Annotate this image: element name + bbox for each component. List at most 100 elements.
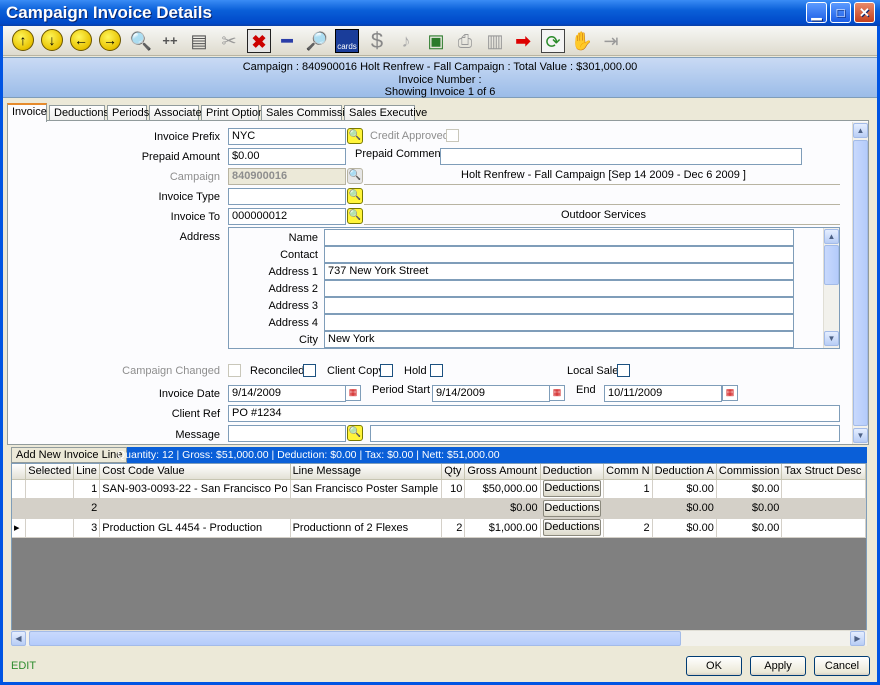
apply-button[interactable]: Apply <box>750 656 806 676</box>
col-qty[interactable]: Qty <box>441 464 466 480</box>
col-gross-amount[interactable]: Gross Amount <box>464 464 541 480</box>
col-tax-struct[interactable]: Tax Struct Desc <box>781 464 866 480</box>
down-arrow-icon[interactable]: ↓ <box>41 29 63 51</box>
prepaid-amount-field[interactable]: $0.00 <box>228 148 346 165</box>
cell-cost-code[interactable]: SAN-903-0093-22 - San Francisco Po <box>99 479 291 499</box>
cell-deduction-a[interactable]: $0.00 <box>652 479 717 499</box>
ok-button[interactable]: OK <box>686 656 742 676</box>
cell-deduction-a[interactable]: $0.00 <box>652 518 717 538</box>
minus-icon[interactable]: ━ <box>275 29 299 53</box>
maximize-button[interactable]: □ <box>830 2 851 23</box>
row-indicator[interactable] <box>12 498 27 519</box>
cell-comm-n[interactable] <box>603 498 653 519</box>
list-icon[interactable]: ▤ <box>187 29 211 53</box>
cell-commission[interactable]: $0.00 <box>716 479 783 499</box>
end-date-field[interactable]: 10/11/2009 <box>604 385 722 402</box>
cancel-button[interactable]: Cancel <box>814 656 870 676</box>
invoice-prefix-field[interactable]: NYC <box>228 128 346 145</box>
cell-gross[interactable]: $1,000.00 <box>464 518 541 538</box>
client-ref-field[interactable]: PO #1234 <box>228 405 840 422</box>
panel-scroll-down-icon[interactable]: ▼ <box>853 428 868 443</box>
client-copy-checkbox[interactable] <box>380 364 393 377</box>
end-calendar-icon[interactable]: ▦ <box>722 385 738 401</box>
col-commission[interactable]: Commission <box>716 464 783 480</box>
cell-line-message[interactable]: San Francisco Poster Sample <box>290 479 443 499</box>
scroll-up-icon[interactable]: ▲ <box>824 229 839 244</box>
table-row[interactable]: ▸ 3 Production GL 4454 - Production Prod… <box>12 518 866 538</box>
message-field[interactable] <box>370 425 840 442</box>
invoice-type-lookup-icon[interactable]: 🔍 <box>347 188 363 204</box>
tools-icon[interactable]: ✂ <box>217 29 241 53</box>
tab-invoice[interactable]: Invoice <box>7 103 47 122</box>
add-lines-icon[interactable]: ++ <box>158 29 182 53</box>
invoice-date-field[interactable]: 9/14/2009 <box>228 385 346 402</box>
zoom-icon[interactable]: 🔎 <box>305 29 329 53</box>
cell-line[interactable]: 2 <box>73 498 101 519</box>
reconciled-checkbox[interactable] <box>303 364 316 377</box>
deductions-button[interactable]: Deductions <box>542 480 602 498</box>
book-icon[interactable]: ▥ <box>483 29 507 53</box>
right-arrow-icon[interactable]: → <box>99 29 121 51</box>
period-start-calendar-icon[interactable]: ▦ <box>549 385 565 401</box>
invoice-to-lookup-icon[interactable]: 🔍 <box>347 208 363 224</box>
money-icon[interactable]: ♪ <box>394 29 418 53</box>
row-selected[interactable] <box>25 518 75 538</box>
cell-comm-n[interactable]: 2 <box>603 518 653 538</box>
col-line[interactable]: Line <box>73 464 101 480</box>
lookup-icon[interactable]: 🔍 <box>347 128 363 144</box>
scroll-down-icon[interactable]: ▼ <box>824 331 839 346</box>
address-contact-field[interactable] <box>324 246 794 263</box>
up-arrow-icon[interactable]: ↑ <box>12 29 34 51</box>
row-selected[interactable] <box>25 498 75 519</box>
cell-comm-n[interactable]: 1 <box>603 479 653 499</box>
scroll-right-icon[interactable]: ▶ <box>850 631 865 646</box>
col-selected[interactable]: Selected <box>25 464 75 480</box>
local-sale-checkbox[interactable] <box>617 364 630 377</box>
printer-icon[interactable]: ⎙ <box>453 29 477 53</box>
address-name-field[interactable] <box>324 229 794 246</box>
address-2-field[interactable] <box>324 280 794 297</box>
delete-icon[interactable]: ✖ <box>247 29 271 53</box>
col-deduction-a[interactable]: Deduction A <box>652 464 717 480</box>
message-lookup-icon[interactable]: 🔍 <box>347 425 363 441</box>
hand-icon[interactable]: ✋ <box>570 29 594 53</box>
cell-commission[interactable]: $0.00 <box>716 498 783 519</box>
scroll-left-icon[interactable]: ◀ <box>11 631 26 646</box>
scroll-thumb[interactable] <box>824 245 839 285</box>
cell-tax[interactable] <box>781 479 866 499</box>
refresh-icon[interactable]: ⟳ <box>541 29 565 53</box>
address-3-field[interactable] <box>324 297 794 314</box>
cell-tax[interactable] <box>781 498 866 519</box>
table-row[interactable]: 2 $0.00 Deductions $0.00 $0.00 <box>12 498 866 519</box>
cell-tax[interactable] <box>781 518 866 538</box>
cell-line[interactable]: 1 <box>73 479 101 499</box>
horizontal-scroll-thumb[interactable] <box>29 631 681 646</box>
cards-icon[interactable]: cards <box>335 29 359 53</box>
panel-scroll-thumb[interactable] <box>853 140 868 426</box>
invoice-type-field[interactable] <box>228 188 346 205</box>
col-deduction[interactable]: Deduction <box>540 464 605 480</box>
panel-scrollbar[interactable]: ▲ ▼ <box>852 122 868 444</box>
dollar-icon[interactable]: $ <box>365 29 389 53</box>
add-invoice-line-button[interactable]: Add New Invoice Line <box>11 447 128 463</box>
deductions-button[interactable]: Deductions <box>542 519 602 537</box>
cell-cost-code[interactable]: Production GL 4454 - Production <box>99 518 291 538</box>
invoice-to-field[interactable]: 000000012 <box>228 208 346 225</box>
cell-gross[interactable]: $0.00 <box>464 498 541 519</box>
address-city-field[interactable]: New York <box>324 331 794 348</box>
cell-qty[interactable]: 10 <box>441 479 466 499</box>
prepaid-comment-field[interactable] <box>440 148 802 165</box>
calendar-icon[interactable]: ▦ <box>345 385 361 401</box>
cell-deduction-a[interactable]: $0.00 <box>652 498 717 519</box>
address-1-field[interactable]: 737 New York Street <box>324 263 794 280</box>
minimize-button[interactable]: ▁ <box>806 2 827 23</box>
cell-line-message[interactable]: Productionn of 2 Flexes <box>290 518 443 538</box>
col-cost-code[interactable]: Cost Code Value <box>99 464 291 480</box>
row-selected[interactable] <box>25 479 75 499</box>
table-row[interactable]: 1 SAN-903-0093-22 - San Francisco Po San… <box>12 479 866 499</box>
cell-line[interactable]: 3 <box>73 518 101 538</box>
col-comm-n[interactable]: Comm N <box>603 464 653 480</box>
cell-gross[interactable]: $50,000.00 <box>464 479 541 499</box>
grid-horizontal-scrollbar[interactable]: ◀ ▶ <box>11 630 867 646</box>
cell-qty[interactable]: 2 <box>441 518 466 538</box>
